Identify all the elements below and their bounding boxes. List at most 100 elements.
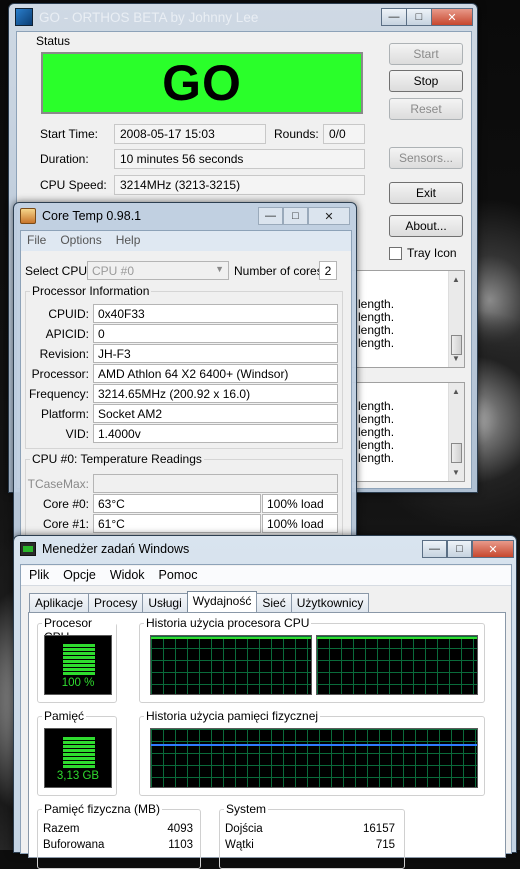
physical-memory-title: Pamięć fizyczna (MB) [42,802,163,816]
processor-info-legend: Processor Information [30,284,152,298]
menu-pomoc[interactable]: Pomoc [159,568,198,583]
memory-history-title: Historia użycia pamięci fizycznej [144,709,321,723]
tab-wydajnosc[interactable]: Wydajność [186,591,258,614]
select-cpu-label: Select CPU: [25,264,91,278]
taskmgr-maximize-button[interactable]: □ [447,540,472,558]
taskmgr-close-button[interactable]: ✕ [472,540,514,558]
orthos-title: GO - ORTHOS BETA by Johnny Lee [39,9,259,25]
coretemp-close-button[interactable]: ✕ [308,207,350,225]
sensors-button[interactable]: Sensors... [389,147,463,169]
scroll-down-icon[interactable]: ▼ [452,354,460,363]
performance-panel: Procesor CPU 100 % Historia użycia proce… [28,612,506,869]
close-button[interactable]: ✕ [431,8,473,26]
log-line: length. [358,310,395,324]
cpu-history-title: Historia użycia procesora CPU [144,616,312,630]
core0-temp-field: 63°C [93,494,261,513]
system-handles-value: 16157 [363,823,395,835]
close-icon: ✕ [447,11,457,24]
temperature-legend: CPU #0: Temperature Readings [30,452,204,466]
tab-aplikacje[interactable]: Aplikacje [29,593,90,613]
start-time-field: 2008-05-17 15:03 [114,124,266,144]
coretemp-minimize-button[interactable]: — [258,207,283,225]
rounds-label: Rounds: [274,127,319,141]
apicid-label: APICID: [45,327,89,341]
tab-uzytkownicy[interactable]: Użytkownicy [290,593,370,613]
num-cores-field: 2 [319,261,337,280]
tab-uslugi[interactable]: Usługi [142,593,188,613]
menu-plik[interactable]: Plik [29,568,49,583]
cpu-history-graph-core0 [150,635,312,695]
stop-button[interactable]: Stop [389,70,463,92]
tcasemax-label: TCaseMax: [27,477,89,491]
chevron-down-icon: ▼ [215,264,224,274]
tab-siec[interactable]: Sieć [256,593,292,613]
exit-button[interactable]: Exit [389,182,463,204]
taskmgr-app-icon [20,542,36,556]
log-line: length. [358,336,395,350]
memory-history-graph [150,728,478,788]
about-button[interactable]: About... [389,215,463,237]
reset-button[interactable]: Reset [389,98,463,120]
log-2-scrollbar[interactable]: ▲ ▼ [448,383,464,481]
cpu-history-graph-core1 [316,635,478,695]
processor-field: AMD Athlon 64 X2 6400+ (Windsor) [93,364,338,383]
apicid-field: 0 [93,324,338,343]
taskmgr-title: Menedżer zadań Windows [42,542,190,556]
tcasemax-field [93,474,338,493]
core0-load-field: 100% load [262,494,338,513]
system-threads-label: Wątki [225,839,254,851]
select-cpu-dropdown[interactable]: CPU #0 ▼ [87,261,229,280]
scroll-up-icon[interactable]: ▲ [452,275,460,284]
menu-opcje[interactable]: Opcje [63,568,96,583]
coretemp-maximize-button[interactable]: □ [283,207,308,225]
num-cores-label: Number of cores [234,264,323,278]
log-line: length. [358,412,395,426]
vid-label: VID: [65,427,89,441]
minimize-button[interactable]: — [381,8,407,26]
duration-field: 10 minutes 56 seconds [114,149,365,169]
maximize-icon: □ [456,543,463,555]
system-threads-value: 715 [375,839,395,851]
maximize-button[interactable]: □ [406,8,432,26]
memory-value: 3,13 GB [56,770,100,782]
cpu-history-line [151,637,311,639]
menu-widok[interactable]: Widok [110,568,145,583]
tab-procesy[interactable]: Procesy [88,593,144,613]
memory-bars [63,737,95,769]
core1-label: Core #1: [42,517,89,531]
tray-icon-checkbox[interactable] [389,247,402,260]
core1-temp-field: 61°C [93,514,261,533]
cpuid-label: CPUID: [48,307,89,321]
scroll-down-icon[interactable]: ▼ [452,468,460,477]
log-line: length. [358,297,395,311]
physmem-cached-label: Buforowana [43,839,105,851]
vid-field: 1.4000v [93,424,338,443]
taskmgr-minimize-button[interactable]: — [422,540,447,558]
menu-file[interactable]: File [27,233,46,249]
physmem-total-value: 4093 [167,823,193,835]
platform-field: Socket AM2 [93,404,338,423]
log-line: length. [358,425,395,439]
system-handles-label: Dojścia [225,823,263,835]
scroll-up-icon[interactable]: ▲ [452,387,460,396]
core0-label: Core #0: [42,497,89,511]
cpu-history-line [317,637,477,639]
taskmgr-tabs: Aplikacje Procesy Usługi Wydajność Sieć … [29,591,370,614]
coretemp-window: Core Temp 0.98.1 — □ ✕ File Options Help… [13,202,357,549]
scroll-thumb[interactable] [451,443,462,463]
log-line: length. [358,438,395,452]
menu-options[interactable]: Options [60,233,101,249]
close-icon: ✕ [324,210,334,223]
memory-meter: 3,13 GB [44,728,112,788]
menu-help[interactable]: Help [116,233,141,249]
start-button[interactable]: Start [389,43,463,65]
minimize-icon: — [429,543,440,555]
maximize-icon: □ [415,11,423,23]
scroll-thumb[interactable] [451,335,462,355]
coretemp-title: Core Temp 0.98.1 [42,209,142,223]
physmem-cached-value: 1103 [168,839,193,851]
tray-icon-label: Tray Icon [407,246,457,260]
maximize-icon: □ [292,210,299,222]
taskmgr-window: Menedżer zadań Windows — □ ✕ Plik Opcje … [13,535,517,869]
log-1-scrollbar[interactable]: ▲ ▼ [448,271,464,367]
